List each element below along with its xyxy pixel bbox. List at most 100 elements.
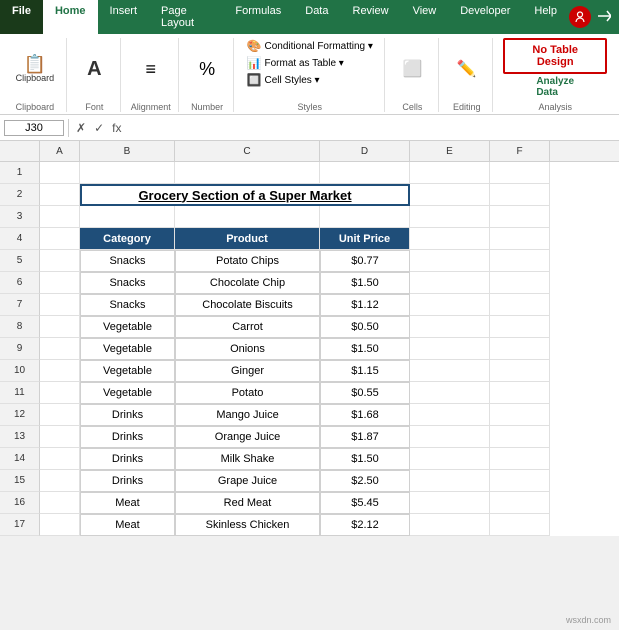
cell-b9[interactable]: Vegetable <box>80 338 175 360</box>
cell-c17[interactable]: Skinless Chicken <box>175 514 320 536</box>
cell-f5[interactable] <box>490 250 550 272</box>
cell-e17[interactable] <box>410 514 490 536</box>
cell-e3[interactable] <box>410 206 490 228</box>
cell-b7[interactable]: Snacks <box>80 294 175 316</box>
cell-d13[interactable]: $1.87 <box>320 426 410 448</box>
cell-a7[interactable] <box>40 294 80 316</box>
cell-e2[interactable] <box>410 184 490 206</box>
cell-a11[interactable] <box>40 382 80 404</box>
cell-a12[interactable] <box>40 404 80 426</box>
cell-e11[interactable] <box>410 382 490 404</box>
cell-b14[interactable]: Drinks <box>80 448 175 470</box>
no-table-design-button[interactable]: No Table Design <box>503 38 607 74</box>
cell-d4-header[interactable]: Unit Price <box>320 228 410 250</box>
tab-developer[interactable]: Developer <box>448 0 522 34</box>
cell-e9[interactable] <box>410 338 490 360</box>
cell-c1[interactable] <box>175 162 320 184</box>
cell-e1[interactable] <box>410 162 490 184</box>
cell-e15[interactable] <box>410 470 490 492</box>
cell-e14[interactable] <box>410 448 490 470</box>
cell-d8[interactable]: $0.50 <box>320 316 410 338</box>
cell-e4[interactable] <box>410 228 490 250</box>
editing-btn[interactable]: ✏️ <box>449 57 485 81</box>
cell-a14[interactable] <box>40 448 80 470</box>
cell-f10[interactable] <box>490 360 550 382</box>
cell-f8[interactable] <box>490 316 550 338</box>
cell-b15[interactable]: Drinks <box>80 470 175 492</box>
clipboard-btn[interactable]: 📋 Clipboard <box>12 53 59 85</box>
cell-a16[interactable] <box>40 492 80 514</box>
cell-d5[interactable]: $0.77 <box>320 250 410 272</box>
tab-pagelayout[interactable]: Page Layout <box>149 0 223 34</box>
cell-b16[interactable]: Meat <box>80 492 175 514</box>
cell-b11[interactable]: Vegetable <box>80 382 175 404</box>
cell-a2[interactable] <box>40 184 80 206</box>
cell-c12[interactable]: Mango Juice <box>175 404 320 426</box>
cell-f11[interactable] <box>490 382 550 404</box>
cell-e12[interactable] <box>410 404 490 426</box>
cell-a17[interactable] <box>40 514 80 536</box>
cell-b3[interactable] <box>80 206 175 228</box>
share-icon[interactable] <box>597 9 611 26</box>
cell-f17[interactable] <box>490 514 550 536</box>
cell-c3[interactable] <box>175 206 320 228</box>
cell-d6[interactable]: $1.50 <box>320 272 410 294</box>
cell-d12[interactable]: $1.68 <box>320 404 410 426</box>
cell-d1[interactable] <box>320 162 410 184</box>
cell-c11[interactable]: Potato <box>175 382 320 404</box>
cell-f2[interactable] <box>490 184 550 206</box>
cell-a4[interactable] <box>40 228 80 250</box>
cell-reference[interactable] <box>4 120 64 136</box>
cell-f15[interactable] <box>490 470 550 492</box>
cell-e7[interactable] <box>410 294 490 316</box>
user-icon[interactable] <box>569 6 591 28</box>
formula-confirm[interactable]: ✓ <box>91 120 107 136</box>
cell-a5[interactable] <box>40 250 80 272</box>
cell-c6[interactable]: Chocolate Chip <box>175 272 320 294</box>
cell-f7[interactable] <box>490 294 550 316</box>
tab-formulas[interactable]: Formulas <box>223 0 293 34</box>
cell-a10[interactable] <box>40 360 80 382</box>
cell-d10[interactable]: $1.15 <box>320 360 410 382</box>
cell-f13[interactable] <box>490 426 550 448</box>
cell-a9[interactable] <box>40 338 80 360</box>
cell-c16[interactable]: Red Meat <box>175 492 320 514</box>
cell-c15[interactable]: Grape Juice <box>175 470 320 492</box>
cell-c4-header[interactable]: Product <box>175 228 320 250</box>
cell-e6[interactable] <box>410 272 490 294</box>
format-as-table-btn[interactable]: 📊 Format as Table ▾ <box>243 55 348 71</box>
cell-b10[interactable]: Vegetable <box>80 360 175 382</box>
cell-d7[interactable]: $1.12 <box>320 294 410 316</box>
tab-review[interactable]: Review <box>341 0 401 34</box>
alignment-btn[interactable]: ≡ <box>133 57 169 82</box>
cell-c7[interactable]: Chocolate Biscuits <box>175 294 320 316</box>
cell-f4[interactable] <box>490 228 550 250</box>
conditional-formatting-btn[interactable]: 🎨 Conditional Formatting ▾ <box>243 38 377 54</box>
cell-d9[interactable]: $1.50 <box>320 338 410 360</box>
formula-cancel[interactable]: ✗ <box>73 120 89 136</box>
analyze-data-btn[interactable]: AnalyzeData <box>532 74 578 100</box>
cell-b8[interactable]: Vegetable <box>80 316 175 338</box>
cell-d14[interactable]: $1.50 <box>320 448 410 470</box>
cell-e16[interactable] <box>410 492 490 514</box>
cell-a13[interactable] <box>40 426 80 448</box>
cell-b17[interactable]: Meat <box>80 514 175 536</box>
cell-e10[interactable] <box>410 360 490 382</box>
number-btn[interactable]: % <box>189 57 225 82</box>
cell-a8[interactable] <box>40 316 80 338</box>
cell-d3[interactable] <box>320 206 410 228</box>
tab-help[interactable]: Help <box>522 0 569 34</box>
cell-e13[interactable] <box>410 426 490 448</box>
cell-f14[interactable] <box>490 448 550 470</box>
cell-a15[interactable] <box>40 470 80 492</box>
cell-c9[interactable]: Onions <box>175 338 320 360</box>
cell-b4-header[interactable]: Category <box>80 228 175 250</box>
cell-a1[interactable] <box>40 162 80 184</box>
cell-b1[interactable] <box>80 162 175 184</box>
cell-a3[interactable] <box>40 206 80 228</box>
cell-b6[interactable]: Snacks <box>80 272 175 294</box>
cell-f1[interactable] <box>490 162 550 184</box>
tab-view[interactable]: View <box>401 0 449 34</box>
cell-c5[interactable]: Potato Chips <box>175 250 320 272</box>
tab-home[interactable]: Home <box>43 0 98 34</box>
